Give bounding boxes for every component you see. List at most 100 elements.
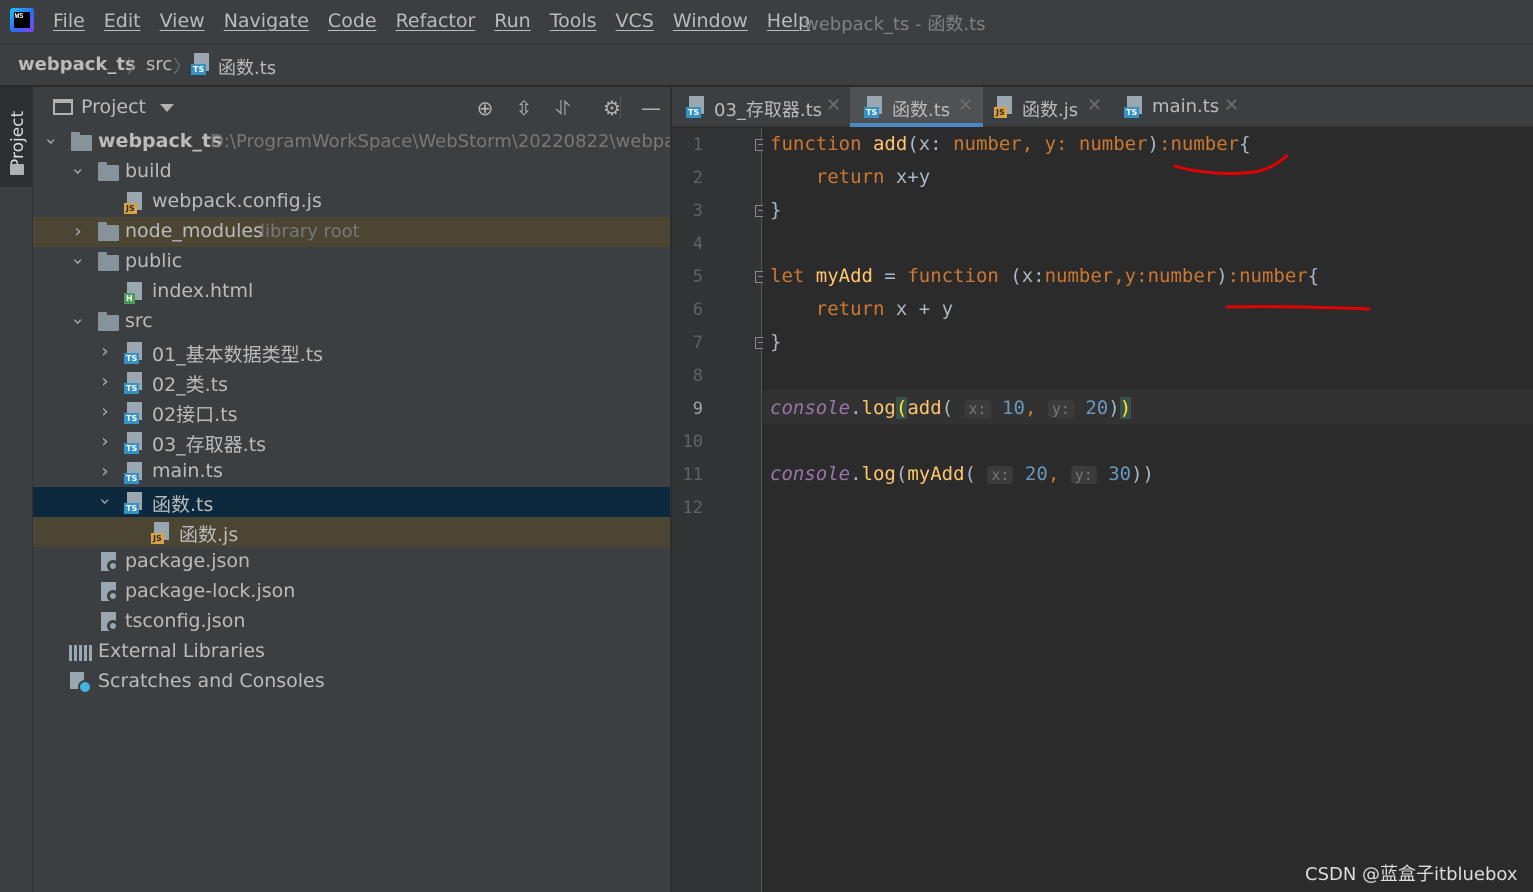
close-tab-icon[interactable]: ✕	[1087, 95, 1102, 116]
tree-label: node_modules	[125, 220, 264, 242]
tree-node-generated-file[interactable]: JS 函数.js	[33, 517, 670, 547]
collapse-arrow-icon[interactable]: ›	[97, 341, 113, 362]
current-line-number: 9	[692, 399, 703, 419]
tree-node-package-json[interactable]: package.json	[33, 547, 670, 577]
project-panel-title[interactable]: Project	[81, 96, 146, 118]
tree-node-selected-file[interactable]: › TS 函数.ts	[33, 487, 670, 517]
collapse-arrow-icon[interactable]: ›	[97, 371, 113, 392]
tree-label: tsconfig.json	[125, 610, 246, 632]
tree-label: webpack.config.js	[152, 190, 322, 212]
tab-label: 03_存取器.ts	[714, 100, 823, 121]
tree-node-build[interactable]: › build	[33, 157, 670, 187]
menu-vcs[interactable]: VCS	[616, 10, 654, 32]
breadcrumb-file[interactable]: 函数.ts	[218, 54, 276, 80]
tree-node-tsconfig[interactable]: tsconfig.json	[33, 607, 670, 637]
tree-node-external-libraries[interactable]: External Libraries	[33, 637, 670, 667]
folder-icon	[98, 162, 119, 181]
scratches-icon	[70, 672, 92, 694]
expand-arrow-icon[interactable]: ›	[95, 494, 116, 510]
menu-items: File Edit View Navigate Code Refactor Ru…	[53, 10, 829, 32]
tree-node-root[interactable]: › webpack_ts D:\ProgramWorkSpace\WebStor…	[33, 127, 671, 157]
menu-navigate[interactable]: Navigate	[224, 10, 309, 32]
expand-all-icon[interactable]: ⇳	[512, 96, 536, 120]
tree-label: build	[125, 160, 172, 182]
collapse-arrow-icon[interactable]: ›	[70, 221, 86, 242]
expand-arrow-icon[interactable]: ›	[68, 254, 89, 270]
tree-label: public	[125, 250, 183, 272]
tree-node-webpack-config[interactable]: JS webpack.config.js	[33, 187, 670, 217]
close-tab-icon[interactable]: ✕	[958, 95, 973, 116]
close-tab-icon[interactable]: ✕	[1224, 95, 1239, 116]
menu-bar: WS File Edit View Navigate Code Refactor…	[0, 0, 1533, 44]
code-editor[interactable]: function add(x: number, y: number):numbe…	[763, 128, 1533, 892]
expand-arrow-icon[interactable]: ›	[68, 164, 89, 180]
breadcrumb-folder[interactable]: src	[146, 54, 172, 75]
left-tool-stripe: Project	[0, 87, 33, 892]
expand-arrow-icon[interactable]: ›	[68, 314, 89, 330]
menu-code[interactable]: Code	[328, 10, 377, 32]
tree-label: 02_类.ts	[152, 374, 229, 396]
tree-node-file[interactable]: › TS 03_存取器.ts	[33, 427, 670, 457]
close-tab-icon[interactable]: ✕	[826, 95, 841, 116]
code-line-2: return x+y	[815, 166, 931, 188]
menu-refactor[interactable]: Refactor	[396, 10, 476, 32]
tree-label: 03_存取器.ts	[152, 434, 267, 456]
typescript-file-icon: TS	[124, 462, 146, 484]
settings-gear-icon[interactable]: ⚙	[600, 96, 624, 120]
tab-label: main.ts	[1152, 96, 1220, 117]
project-tool-window-button[interactable]: Project	[0, 87, 33, 187]
window-title: webpack_ts - 函数.ts	[804, 14, 986, 35]
locate-file-icon[interactable]: ⊕	[473, 96, 497, 120]
tab-active[interactable]: TS 函数.ts ✕	[850, 87, 983, 127]
collapse-arrow-icon[interactable]: ›	[97, 431, 113, 452]
tab-main[interactable]: TS main.ts ✕	[1114, 87, 1244, 127]
webstorm-logo-icon[interactable]: WS	[10, 8, 34, 32]
folder-icon	[98, 222, 119, 241]
collapse-arrow-icon[interactable]: ›	[97, 461, 113, 482]
menu-edit[interactable]: Edit	[104, 10, 141, 32]
json-config-file-icon	[100, 552, 120, 573]
tree-node-file[interactable]: › TS 02_类.ts	[33, 367, 670, 397]
menu-run[interactable]: Run	[494, 10, 530, 32]
red-underline-annotation	[1173, 154, 1289, 175]
tree-node-scratches[interactable]: Scratches and Consoles	[33, 667, 670, 697]
tree-label: index.html	[152, 280, 254, 302]
tab-js[interactable]: JS 函数.js ✕	[983, 87, 1114, 127]
tree-node-package-lock[interactable]: package-lock.json	[33, 577, 670, 607]
json-config-file-icon	[100, 582, 120, 603]
folder-icon	[98, 252, 119, 271]
tree-label: package-lock.json	[125, 580, 296, 602]
typescript-file-icon: TS	[124, 492, 146, 514]
line-number: 10	[682, 432, 703, 452]
menu-tools[interactable]: Tools	[550, 10, 597, 32]
line-number: 11	[682, 465, 703, 485]
parameter-hint: y:	[1070, 466, 1097, 484]
breadcrumb-separator-icon: 〉	[127, 57, 145, 78]
expand-arrow-icon[interactable]: ›	[41, 134, 62, 150]
collapse-all-icon[interactable]: ⥯	[551, 96, 575, 120]
folder-icon	[98, 312, 119, 331]
view-mode-dropdown-icon[interactable]	[160, 104, 174, 112]
hide-panel-icon[interactable]: —	[639, 96, 663, 120]
menu-file[interactable]: File	[53, 10, 85, 32]
menu-window[interactable]: Window	[673, 10, 748, 32]
tree-node-public[interactable]: › public	[33, 247, 670, 277]
tree-node-index-html[interactable]: H index.html	[33, 277, 670, 307]
tree-node-node-modules[interactable]: › node_modules library root	[33, 217, 670, 247]
tree-node-file[interactable]: › TS main.ts	[33, 457, 670, 487]
breadcrumb-project[interactable]: webpack_ts	[18, 54, 136, 75]
code-line-6: return x + y	[815, 298, 954, 320]
line-number: 6	[692, 300, 703, 320]
project-stripe-label: Project	[8, 110, 28, 169]
tab-03[interactable]: TS 03_存取器.ts ✕	[672, 87, 850, 127]
tree-node-file[interactable]: › TS 02接口.ts	[33, 397, 670, 427]
project-view-icon	[53, 99, 73, 115]
tab-label: 函数.ts	[892, 100, 951, 121]
code-line-3: }	[770, 199, 782, 221]
parameter-hint: x:	[964, 400, 991, 418]
collapse-arrow-icon[interactable]: ›	[97, 401, 113, 422]
menu-view[interactable]: View	[160, 10, 205, 32]
json-config-file-icon	[100, 612, 120, 633]
tree-node-src[interactable]: › src	[33, 307, 670, 337]
tree-node-file[interactable]: › TS 01_基本数据类型.ts	[33, 337, 670, 367]
